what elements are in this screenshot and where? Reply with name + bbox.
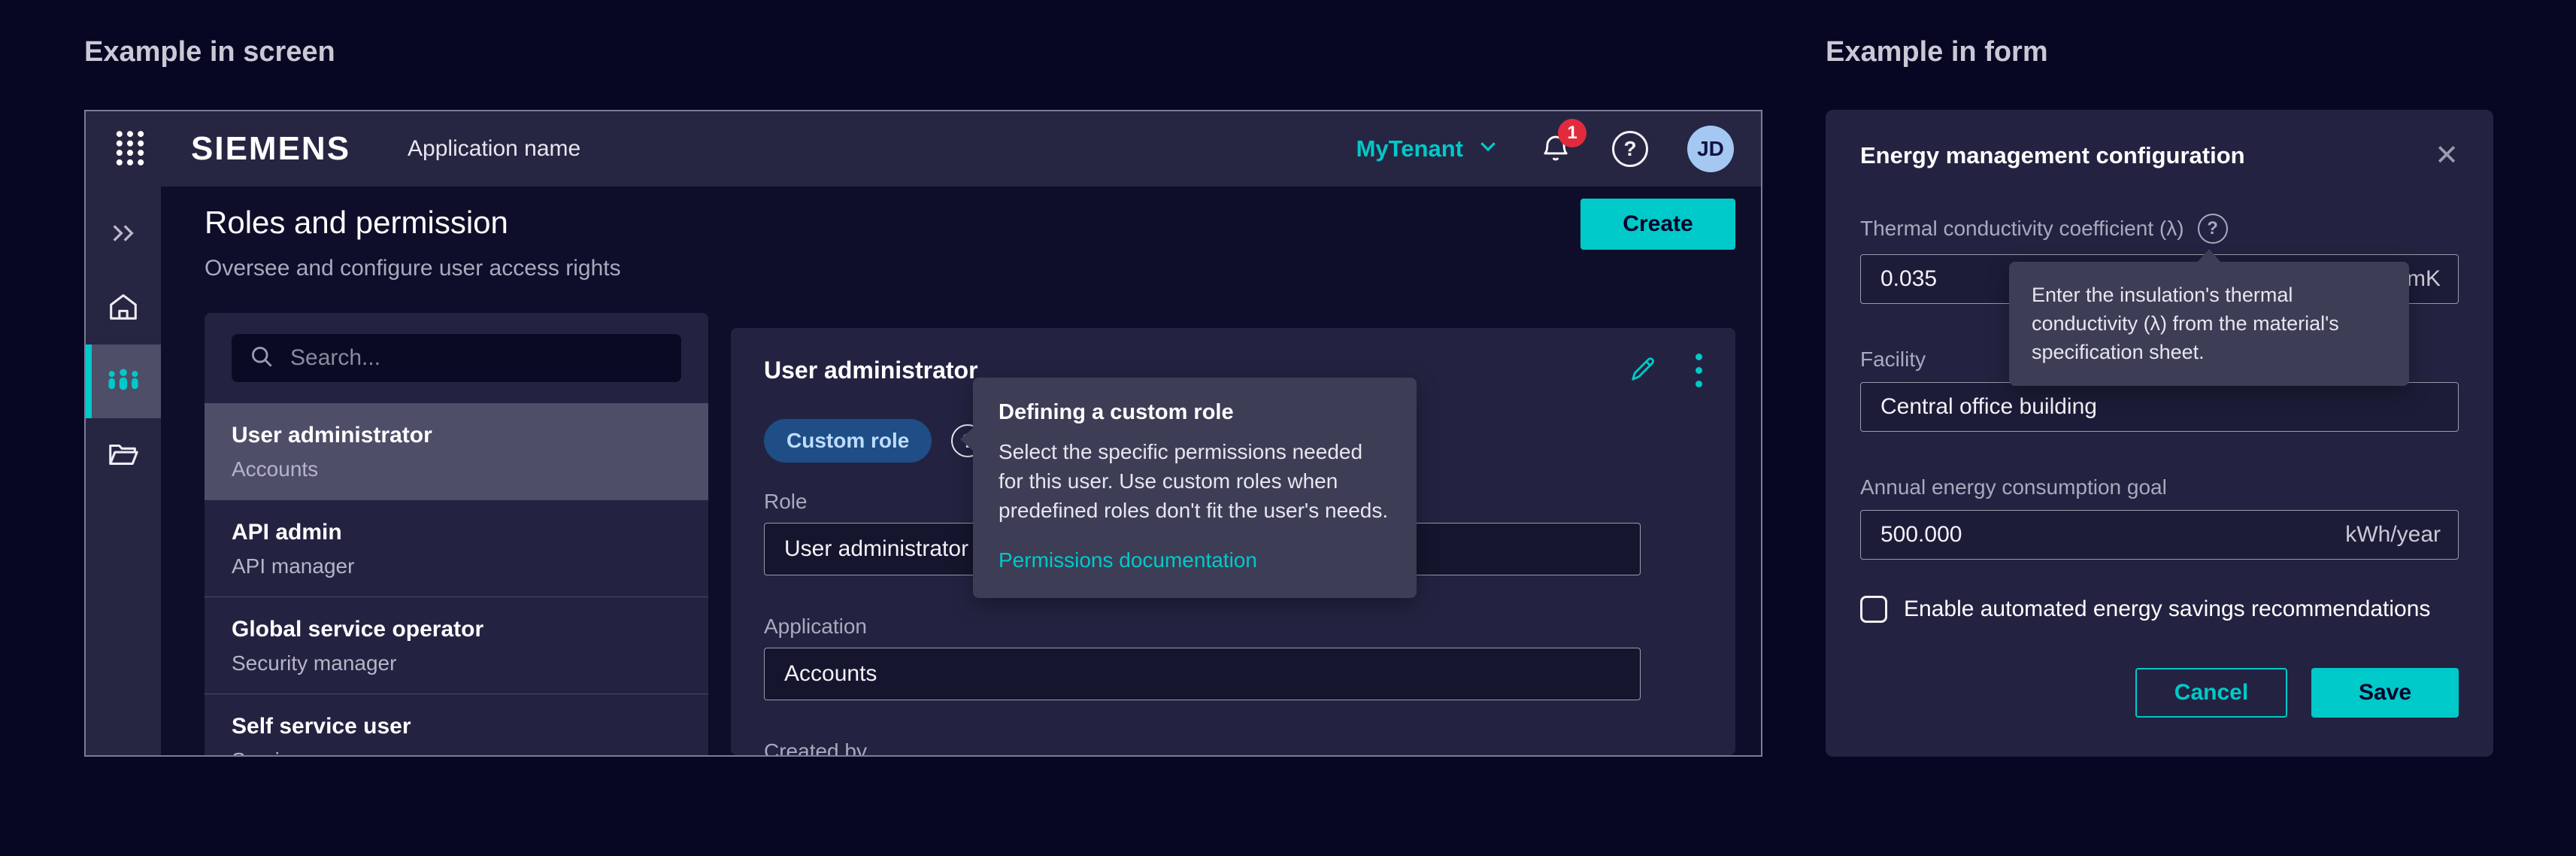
role-subtitle: Security manager (232, 651, 681, 675)
close-icon: ✕ (2435, 140, 2459, 172)
left-section-title: Example in screen (84, 36, 335, 68)
role-detail-panel: User administrator (731, 328, 1735, 755)
bell-icon (1538, 156, 1573, 168)
detail-title: User administrator (764, 357, 978, 384)
role-title: API admin (232, 520, 681, 545)
roles-list-panel: User administrator Accounts API admin AP… (205, 313, 708, 755)
role-subtitle: Service (232, 748, 681, 755)
notification-badge: 1 (1558, 119, 1587, 147)
sidebar (86, 187, 161, 755)
goal-field-label: Annual energy consumption goal (1860, 475, 2459, 499)
app-launcher-button[interactable] (113, 129, 147, 170)
tooltip-arrow (960, 427, 974, 451)
page-title: Roles and permission (205, 205, 1735, 241)
home-icon (106, 290, 141, 326)
help-button[interactable]: ? (1612, 131, 1648, 167)
role-list-item-self-service-user[interactable]: Self service user Service (205, 694, 708, 755)
role-list-item-global-service-operator[interactable]: Global service operator Security manager (205, 596, 708, 694)
role-title: Self service user (232, 714, 681, 739)
application-field-label: Application (764, 615, 1641, 639)
right-section-title: Example in form (1826, 36, 2048, 68)
user-avatar[interactable]: JD (1687, 126, 1734, 172)
role-subtitle: API manager (232, 554, 681, 578)
role-subtitle: Accounts (232, 457, 681, 481)
custom-role-tooltip: Defining a custom role Select the specif… (973, 378, 1417, 598)
cancel-button[interactable]: Cancel (2135, 668, 2287, 718)
created-by-field-label: Created by (764, 739, 1641, 755)
role-list-item-user-administrator[interactable]: User administrator Accounts (205, 403, 708, 499)
thermal-tooltip: Enter the insulation's thermal conductiv… (2009, 262, 2409, 386)
users-icon (105, 363, 142, 400)
sidebar-item-home[interactable] (86, 271, 161, 345)
application-name: Application name (408, 136, 580, 162)
role-list-item-api-admin[interactable]: API admin API manager (205, 499, 708, 596)
roles-list: User administrator Accounts API admin AP… (205, 403, 708, 755)
chevron-down-icon (1477, 135, 1499, 163)
application-field-input[interactable] (764, 648, 1641, 700)
search-icon (248, 343, 275, 374)
sidebar-expand-button[interactable] (86, 197, 161, 271)
form-title: Energy management configuration (1860, 142, 2245, 169)
search-input[interactable] (290, 345, 665, 371)
save-button[interactable]: Save (2311, 668, 2459, 718)
close-button[interactable]: ✕ (2435, 141, 2459, 170)
permissions-documentation-link[interactable]: Permissions documentation (999, 548, 1257, 572)
app-header: SIEMENS Application name MyTenant 1 (86, 111, 1761, 187)
role-title: Global service operator (232, 617, 681, 642)
active-indicator (86, 345, 92, 418)
app-grid-icon (113, 129, 147, 170)
role-title: User administrator (232, 423, 681, 448)
more-options-button[interactable] (1696, 354, 1702, 387)
pencil-icon (1628, 354, 1658, 387)
recommendations-checkbox-row[interactable]: Enable automated energy savings recommen… (1860, 596, 2459, 623)
tenant-switcher[interactable]: MyTenant (1356, 135, 1499, 163)
notifications-button[interactable]: 1 (1538, 131, 1573, 168)
content-area: Roles and permission Oversee and configu… (161, 187, 1761, 755)
help-icon: ? (1623, 137, 1636, 161)
edit-button[interactable] (1628, 354, 1658, 387)
energy-form-card: Energy management configuration ✕ Therma… (1826, 110, 2493, 757)
double-chevron-right-icon (108, 217, 139, 251)
checkbox-unchecked[interactable] (1860, 596, 1887, 623)
tooltip-body: Select the specific permissions needed f… (999, 437, 1391, 526)
thermal-field-label: Thermal conductivity coefficient (λ) (1860, 217, 2184, 241)
page-subtitle: Oversee and configure user access rights (205, 256, 1735, 281)
kebab-icon (1696, 354, 1702, 387)
thermal-help-button[interactable]: ? (2198, 214, 2228, 244)
help-icon: ? (2207, 218, 2218, 239)
custom-role-badge: Custom role (764, 419, 932, 463)
sidebar-item-files[interactable] (86, 418, 161, 492)
create-button[interactable]: Create (1580, 199, 1735, 250)
app-window: SIEMENS Application name MyTenant 1 (84, 110, 1762, 757)
facility-field-input[interactable] (1860, 382, 2459, 432)
tenant-label: MyTenant (1356, 135, 1463, 162)
search-box (232, 334, 681, 382)
sidebar-item-users[interactable] (86, 345, 161, 418)
siemens-logo: SIEMENS (191, 130, 350, 168)
checkbox-label: Enable automated energy savings recommen… (1904, 596, 2430, 622)
tooltip-arrow (2197, 249, 2221, 263)
tooltip-body: Enter the insulation's thermal conductiv… (2032, 281, 2387, 366)
folder-open-icon (106, 437, 141, 474)
goal-unit: kWh/year (2345, 522, 2441, 548)
tooltip-title: Defining a custom role (999, 400, 1391, 425)
